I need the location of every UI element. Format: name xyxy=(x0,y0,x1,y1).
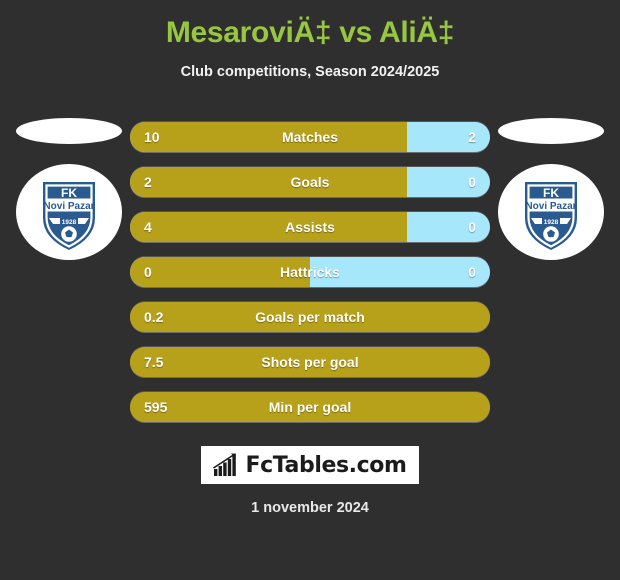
generated-date: 1 november 2024 xyxy=(251,500,369,516)
stat-label: Matches xyxy=(281,129,339,145)
away-club-badge: FK Novi Pazar 1928 xyxy=(498,164,604,260)
club-crest-icon: FK Novi Pazar 1928 xyxy=(525,182,577,250)
stat-label: Hattricks xyxy=(280,264,340,280)
page-title: MesaroviÄ‡ vs AliÄ‡ xyxy=(165,16,455,49)
club-crest-icon: FK Novi Pazar 1928 xyxy=(43,182,95,250)
home-badge-cap xyxy=(16,118,122,144)
away-value: 0 xyxy=(468,264,476,280)
away-value: 2 xyxy=(468,129,476,145)
stats-list: 10 Matches 2 2 Goals 0 4 Assists 0 0 Hat… xyxy=(130,122,490,437)
home-badge-column: FK Novi Pazar 1928 xyxy=(14,118,124,288)
stat-row: 7.5 Shots per goal xyxy=(130,347,490,377)
svg-text:FK: FK xyxy=(61,186,77,200)
home-club-badge: FK Novi Pazar 1928 xyxy=(16,164,122,260)
fctables-logo[interactable]: FcTables.com xyxy=(201,446,419,484)
svg-text:Novi Pazar: Novi Pazar xyxy=(525,201,576,212)
bar-chart-trend-icon xyxy=(213,453,237,476)
away-badge-cap xyxy=(498,118,604,144)
stat-label: Shots per goal xyxy=(261,354,359,370)
stat-row: 0.2 Goals per match xyxy=(130,302,490,332)
stat-row: 4 Assists 0 xyxy=(130,212,490,242)
stat-row: 10 Matches 2 xyxy=(130,122,490,152)
stat-label: Goals xyxy=(290,174,330,190)
stat-label: Goals per match xyxy=(255,309,365,325)
svg-text:Novi Pazar: Novi Pazar xyxy=(43,201,94,212)
svg-text:FK: FK xyxy=(543,186,559,200)
away-value: 0 xyxy=(468,174,476,190)
stat-label: Assists xyxy=(285,219,335,235)
stat-label: Min per goal xyxy=(268,399,352,415)
away-value: 0 xyxy=(468,219,476,235)
stat-row: 595 Min per goal xyxy=(130,392,490,422)
page-subtitle: Club competitions, Season 2024/2025 xyxy=(180,64,440,80)
logo-text: FcTables.com xyxy=(245,452,407,478)
comparison-infographic: MesaroviÄ‡ vs AliÄ‡ Club competitions, S… xyxy=(0,0,620,580)
stat-row: 2 Goals 0 xyxy=(130,167,490,197)
away-badge-column: FK Novi Pazar 1928 xyxy=(496,118,606,288)
stat-row: 0 Hattricks 0 xyxy=(130,257,490,287)
